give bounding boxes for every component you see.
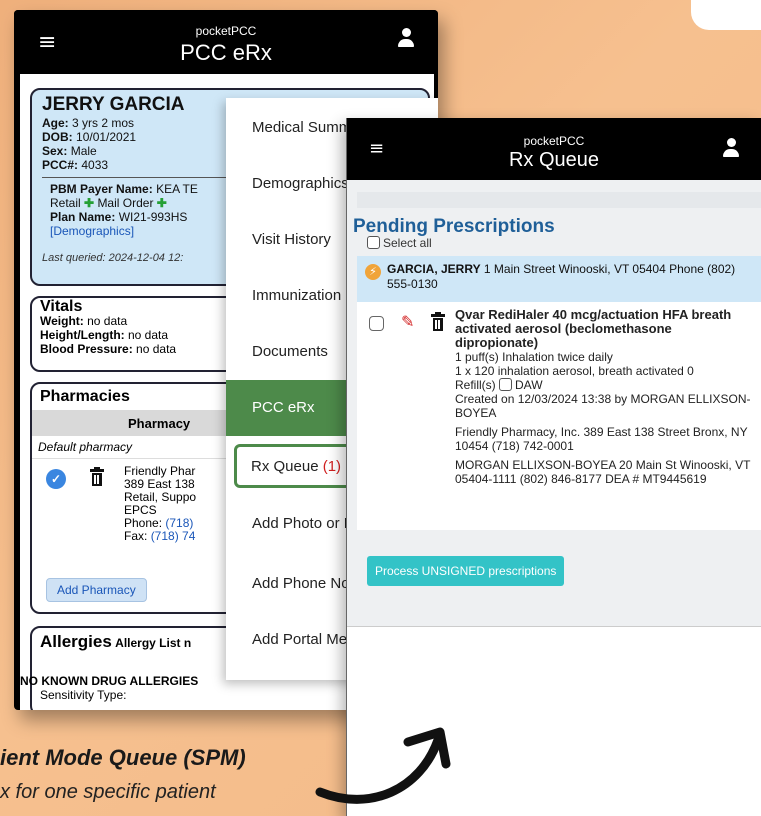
pencil-icon[interactable]: ✎	[401, 312, 414, 331]
app-header: ≡ pocketPCC Rx Queue	[347, 118, 761, 180]
select-all-checkbox[interactable]: Select all	[367, 236, 432, 250]
patient-sex: Male	[70, 144, 97, 158]
patient-bar: ⚡ GARCIA, JERRY 1 Main Street Winooski, …	[357, 256, 761, 302]
user-icon[interactable]	[723, 138, 739, 160]
bp-value: no data	[136, 342, 177, 356]
rx-created: Created on 12/03/2024 13:38 by MORGAN EL…	[455, 392, 751, 420]
prescription-checkbox[interactable]	[369, 316, 384, 331]
age-label: Age:	[42, 116, 69, 130]
plan-label: Plan Name:	[50, 210, 116, 224]
allergies-title: Allergies	[40, 632, 112, 651]
trash-icon[interactable]	[90, 467, 104, 487]
user-icon[interactable]	[398, 28, 414, 50]
curved-arrow-icon	[315, 727, 451, 804]
pending-title: Pending Prescriptions	[353, 216, 555, 237]
mail-order-label: Mail Order	[97, 196, 154, 210]
patient-dob: 10/01/2021	[76, 130, 137, 144]
plan-name: WI21-993HS	[118, 210, 188, 224]
trash-icon[interactable]	[431, 312, 445, 332]
dob-label: DOB:	[42, 130, 73, 144]
app-header: ≡ pocketPCC PCC eRx	[14, 10, 438, 74]
top-strip	[357, 192, 761, 208]
pbm-name: KEA TE	[156, 182, 198, 196]
rx-quantity: 1 x 120 inhalation aerosol, breath activ…	[455, 364, 694, 378]
pharmacy-column-label: Pharmacy	[128, 416, 191, 431]
caption-line-1: ient Mode Queue (SPM)	[0, 745, 246, 770]
page-title: PCC eRx	[180, 40, 272, 65]
daw-checkbox[interactable]	[499, 378, 513, 391]
divider	[347, 626, 761, 627]
app-subtitle: pocketPCC	[523, 134, 585, 148]
select-all-label: Select all	[383, 236, 432, 250]
checkbox-icon	[367, 236, 380, 249]
caption-line-2: x for one specific patient	[0, 781, 216, 803]
plus-icon: ✚	[156, 196, 167, 210]
nkda-label: NO KNOWN DRUG ALLERGIES	[20, 674, 199, 688]
weight-label: Weight:	[40, 314, 84, 328]
selected-check-icon[interactable]: ✓	[46, 469, 66, 489]
pcc-label: PCC#:	[42, 158, 79, 172]
phone-label: Phone:	[124, 516, 163, 530]
rx-queue-screen: ≡ pocketPCC Rx Queue Pending Prescriptio…	[346, 118, 761, 816]
rx-queue-label: Rx Queue	[251, 458, 319, 475]
bp-label: Blood Pressure:	[40, 342, 133, 356]
rx-queue-count: (1)	[322, 458, 342, 475]
rx-prescriber: MORGAN ELLIXSON-BOYEA 20 Main St Winoosk…	[455, 458, 751, 486]
phone-link[interactable]: (718)	[165, 516, 193, 530]
corner-decoration	[691, 0, 761, 30]
prescription-details: Qvar RediHaler 40 mcg/actuation HFA brea…	[455, 307, 753, 487]
add-pharmacy-button[interactable]: Add Pharmacy	[46, 578, 147, 602]
patient-name: GARCIA, JERRY	[387, 262, 481, 276]
weight-value: no data	[87, 314, 128, 328]
daw-label: DAW	[515, 378, 543, 392]
rx-pharmacy: Friendly Pharmacy, Inc. 389 East 138 Str…	[455, 425, 748, 453]
allergy-list-label: Allergy List n	[115, 636, 192, 650]
patient-age: 3 yrs 2 mos	[72, 116, 135, 130]
page-title: Rx Queue	[508, 149, 600, 171]
fax-link[interactable]: (718) 74	[151, 529, 196, 543]
plus-icon: ✚	[84, 196, 95, 210]
process-unsigned-button[interactable]: Process UNSIGNED prescriptions	[367, 556, 565, 586]
rx-sig: 1 puff(s) Inhalation twice daily	[455, 350, 613, 364]
lightning-icon: ⚡	[365, 264, 381, 280]
patient-pcc: 4033	[81, 158, 109, 172]
sensitivity-type: Sensitivity Type:	[40, 688, 127, 702]
pharmacy-details: Friendly Phar 389 East 138 Retail, Suppo…	[124, 465, 196, 543]
sex-label: Sex:	[42, 144, 68, 158]
prescription-row: ✎ Qvar RediHaler 40 mcg/actuation HFA br…	[357, 302, 761, 530]
height-label: Height/Length:	[40, 328, 125, 342]
refill-label: Refill(s)	[455, 378, 496, 392]
pbm-label: PBM Payer Name:	[50, 182, 153, 196]
caption: ient Mode Queue (SPM) x for one specific…	[0, 745, 246, 804]
drug-name: Qvar RediHaler 40 mcg/actuation HFA brea…	[455, 307, 732, 350]
app-subtitle: pocketPCC	[195, 24, 257, 38]
retail-label: Retail	[50, 196, 81, 210]
fax-label: Fax:	[124, 529, 148, 543]
height-value: no data	[128, 328, 169, 342]
